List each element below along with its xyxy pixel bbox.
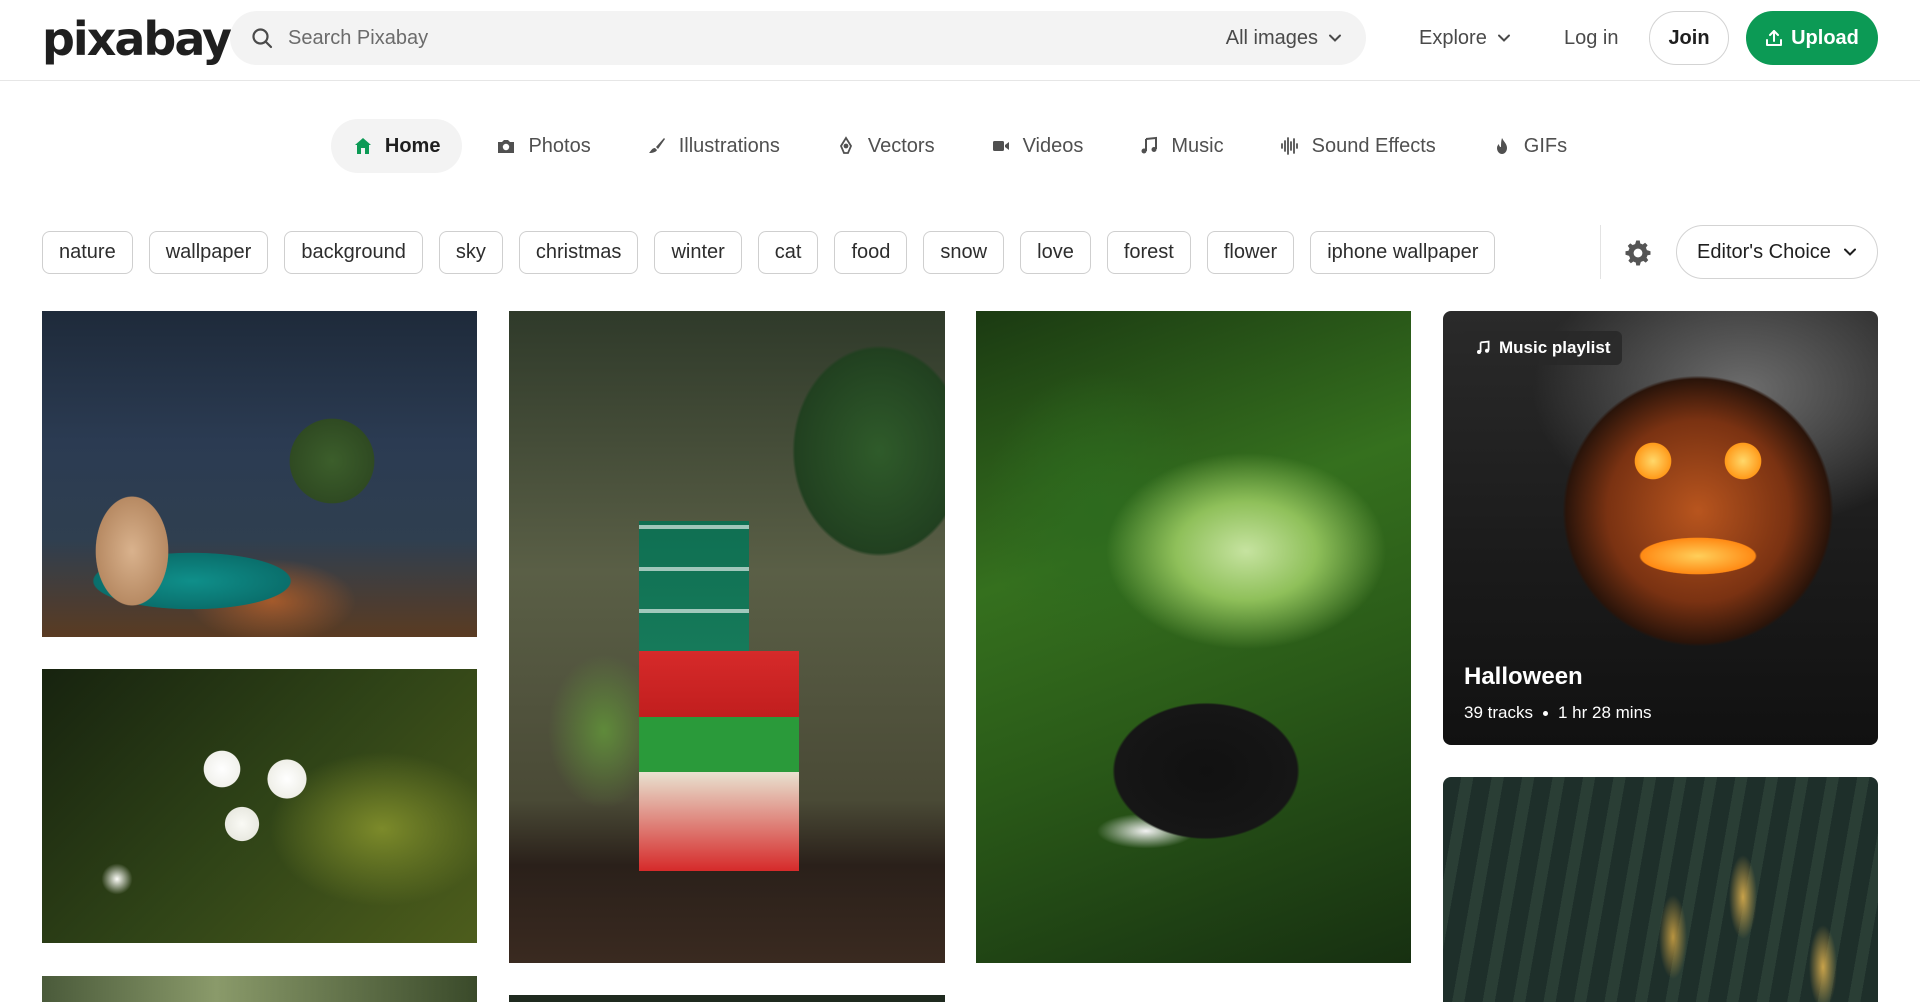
tag-chip[interactable]: background — [284, 231, 423, 274]
tag-chip[interactable]: nature — [42, 231, 133, 274]
tag-chip[interactable]: sky — [438, 231, 503, 274]
tab-vectors[interactable]: Vectors — [814, 119, 957, 173]
tab-gifs[interactable]: GIFs — [1470, 119, 1589, 173]
tab-label: Sound Effects — [1311, 134, 1436, 157]
tab-label: Music — [1171, 134, 1224, 157]
tag-chip[interactable]: snow — [923, 231, 1005, 274]
search-scope-dropdown[interactable]: All images — [1226, 11, 1342, 65]
search-input[interactable] — [288, 11, 1088, 65]
chevron-down-icon — [1497, 34, 1510, 42]
pixabay-logo[interactable]: pixabay — [42, 14, 232, 64]
track-count: 39 tracks — [1464, 703, 1533, 722]
sort-label: Editor's Choice — [1697, 240, 1831, 263]
home-icon — [354, 138, 371, 154]
tab-photos[interactable]: Photos — [474, 119, 612, 173]
separator-dot — [1542, 710, 1548, 716]
tab-music[interactable]: Music — [1117, 119, 1245, 173]
media-type-nav: Home Photos Illustrations Vectors Videos… — [0, 119, 1920, 173]
chevron-down-icon — [1843, 248, 1856, 256]
image-card[interactable] — [42, 976, 477, 1002]
waveform-icon — [1280, 137, 1298, 155]
playlist-meta: 39 tracks 1 hr 28 mins — [1464, 703, 1652, 723]
camera-icon — [498, 140, 515, 153]
video-camera-icon — [992, 141, 1009, 151]
chevron-down-icon — [1329, 34, 1341, 42]
playlist-card-halloween[interactable]: Music playlist Halloween 39 tracks 1 hr … — [1443, 311, 1878, 745]
explore-menu[interactable]: Explore — [1419, 0, 1511, 76]
tab-label: Photos — [528, 134, 591, 157]
badge-label: Music playlist — [1499, 338, 1611, 357]
sort-dropdown[interactable]: Editor's Choice — [1676, 225, 1878, 279]
music-playlist-badge: Music playlist — [1463, 331, 1623, 365]
brush-icon — [648, 138, 665, 153]
divider — [1600, 225, 1601, 279]
search-bar[interactable]: All images — [230, 11, 1366, 65]
explore-label: Explore — [1419, 27, 1487, 49]
tab-label: Home — [384, 134, 441, 157]
tag-chips: nature wallpaper background sky christma… — [42, 231, 1496, 274]
tab-illustrations[interactable]: Illustrations — [625, 119, 802, 173]
image-card-butterfly-fern[interactable] — [976, 311, 1411, 963]
music-note-icon — [1141, 136, 1158, 154]
tag-chip[interactable]: food — [834, 231, 908, 274]
tag-chip[interactable]: winter — [654, 231, 742, 274]
search-scope-label: All images — [1225, 27, 1318, 49]
tab-label: Videos — [1022, 134, 1084, 157]
tag-chip[interactable]: christmas — [518, 231, 639, 274]
tag-chip[interactable]: flower — [1206, 231, 1295, 274]
tag-chip[interactable]: wallpaper — [148, 231, 269, 274]
top-header: pixabay All images Explore Log in Join U… — [0, 0, 1920, 81]
image-card-pine-forest[interactable] — [1443, 777, 1878, 1002]
tab-label: GIFs — [1523, 134, 1568, 157]
gear-icon[interactable] — [1623, 238, 1653, 268]
image-card[interactable] — [509, 995, 945, 1002]
upload-label: Upload — [1791, 26, 1859, 49]
tag-chip[interactable]: cat — [757, 231, 819, 274]
flame-icon — [1496, 138, 1507, 154]
tag-chip[interactable]: forest — [1106, 231, 1191, 274]
playlist-duration: 1 hr 28 mins — [1557, 703, 1652, 722]
image-card-white-blossoms[interactable] — [42, 669, 477, 943]
image-card-christmas-gifts[interactable] — [509, 311, 945, 963]
upload-icon — [1766, 30, 1783, 46]
tab-home[interactable]: Home — [330, 119, 463, 173]
tab-sound-effects[interactable]: Sound Effects — [1258, 119, 1458, 173]
tag-chip[interactable]: iphone wallpaper — [1310, 231, 1496, 274]
image-card-christmas-family[interactable] — [42, 311, 477, 637]
playlist-title: Halloween — [1464, 663, 1583, 690]
join-button[interactable]: Join — [1649, 11, 1729, 65]
tab-label: Illustrations — [678, 134, 780, 157]
tab-label: Vectors — [867, 134, 935, 157]
search-icon — [252, 28, 273, 49]
tag-chip[interactable]: love — [1020, 231, 1091, 274]
pen-nib-icon — [839, 136, 852, 154]
tab-videos[interactable]: Videos — [969, 119, 1106, 173]
music-note-icon — [1477, 340, 1490, 354]
upload-button[interactable]: Upload — [1746, 11, 1878, 65]
login-link[interactable]: Log in — [1564, 0, 1619, 76]
